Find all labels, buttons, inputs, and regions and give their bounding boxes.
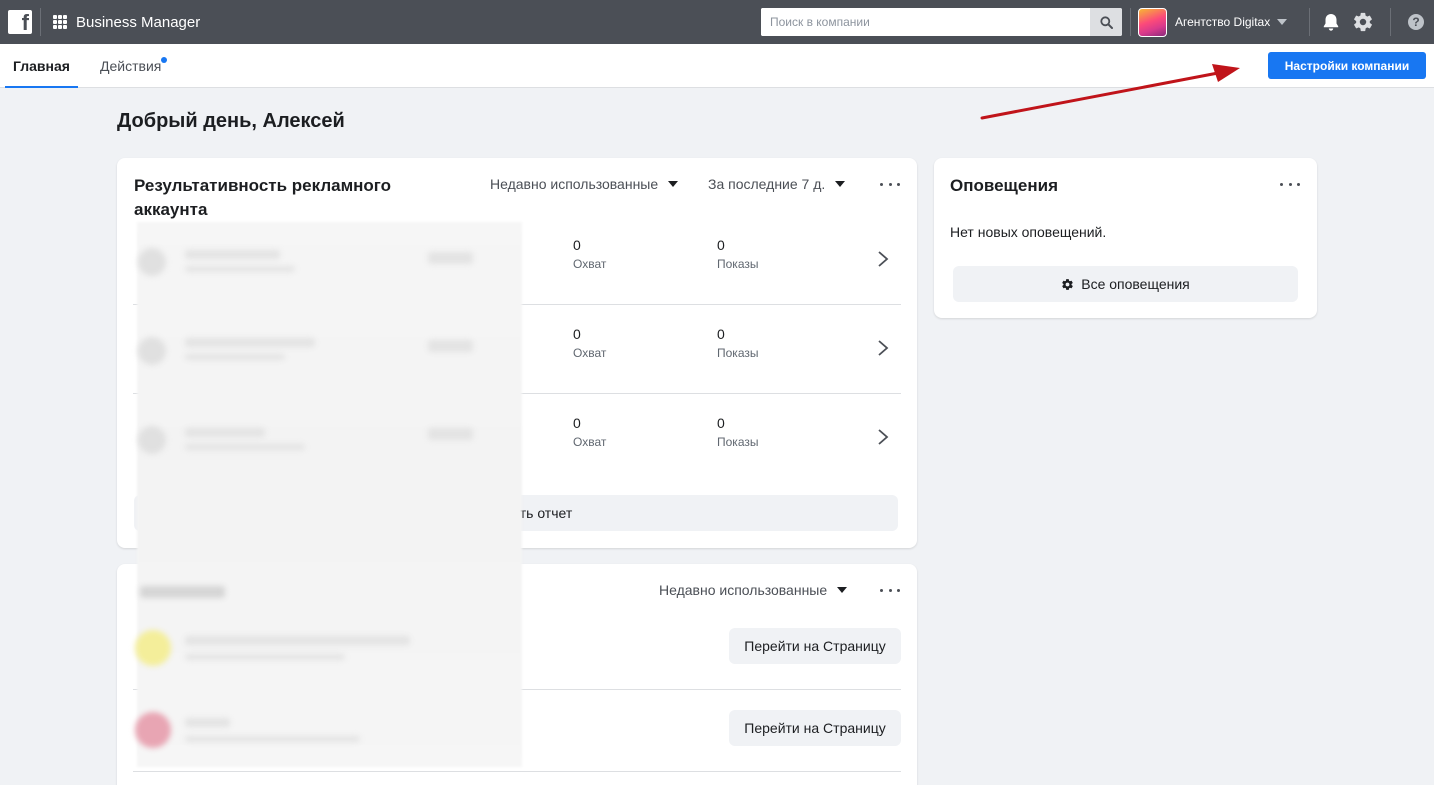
blurred-text <box>140 586 225 598</box>
search-input[interactable] <box>761 8 1090 36</box>
blurred-text <box>185 636 410 645</box>
impressions-value: 0 <box>717 326 725 342</box>
impressions-stat: 0 Показы <box>717 415 758 450</box>
card-title: Оповещения <box>950 176 1058 195</box>
impressions-stat: 0 Показы <box>717 237 758 272</box>
app-title[interactable]: Business Manager <box>76 14 200 31</box>
blurred-text <box>185 266 295 272</box>
reach-stat: 0 Охват <box>573 237 606 272</box>
blurred-text <box>185 338 315 347</box>
period-filter-dropdown[interactable]: За последние 7 д. <box>708 176 846 192</box>
blurred-text <box>185 718 230 727</box>
chevron-down-icon <box>1277 19 1288 25</box>
notification-dot <box>161 57 168 63</box>
impressions-label: Показы <box>717 346 759 360</box>
reach-value: 0 <box>573 326 581 342</box>
caret-down-icon <box>668 181 679 187</box>
divider <box>1390 8 1391 36</box>
empty-notifications-text: Нет новых оповещений. <box>950 224 1107 240</box>
reach-stat: 0 Охват <box>573 326 606 361</box>
blurred-text <box>428 340 473 352</box>
bell-icon[interactable] <box>1320 11 1342 33</box>
blurred-avatar <box>138 426 166 454</box>
blurred-avatar <box>135 712 171 748</box>
reach-label: Охват <box>573 257 607 271</box>
business-account-switcher[interactable]: Агентство Digitax <box>1138 7 1288 37</box>
reach-label: Охват <box>573 435 607 449</box>
reach-stat: 0 Охват <box>573 415 606 450</box>
greeting-heading: Добрый день, Алексей <box>117 110 345 132</box>
all-notifications-button[interactable]: Все оповещения <box>953 266 1298 302</box>
svg-text:?: ? <box>1412 15 1419 29</box>
search-box <box>761 8 1122 36</box>
notifications-card: Оповещения Нет новых оповещений. Все опо… <box>934 158 1317 318</box>
blurred-text <box>428 252 473 264</box>
impressions-value: 0 <box>717 415 725 431</box>
blurred-text <box>185 354 285 360</box>
business-avatar <box>1138 7 1167 37</box>
divider <box>40 8 41 36</box>
blurred-text <box>185 654 345 660</box>
apps-grid-icon[interactable] <box>53 15 67 29</box>
facebook-logo-icon[interactable]: f <box>8 10 32 35</box>
impressions-label: Показы <box>717 257 759 271</box>
card-title: Результативность рекламного аккаунта <box>134 176 392 219</box>
impressions-label: Показы <box>717 435 759 449</box>
dropdown-label: Недавно использованные <box>490 176 659 192</box>
more-options-icon[interactable] <box>880 176 900 192</box>
business-name: Агентство Digitax <box>1175 15 1271 29</box>
chevron-right-icon[interactable] <box>877 250 889 268</box>
tab-activity-label: Действия <box>100 58 162 74</box>
blurred-text <box>185 428 265 437</box>
dropdown-label: За последние 7 д. <box>708 176 826 192</box>
reach-label: Охват <box>573 346 607 360</box>
business-settings-button[interactable]: Настройки компании <box>1268 52 1426 79</box>
button-label: Все оповещения <box>1081 276 1190 292</box>
search-icon <box>1099 15 1113 29</box>
divider <box>1309 8 1310 36</box>
blurred-text <box>428 428 473 440</box>
more-options-icon[interactable] <box>880 582 900 598</box>
tab-home[interactable]: Главная <box>5 44 78 88</box>
top-bar: f Business Manager Агентство Digitax ? <box>0 0 1434 44</box>
go-to-page-button[interactable]: Перейти на Страницу <box>729 628 901 664</box>
chevron-right-icon[interactable] <box>877 428 889 446</box>
recent-filter-dropdown[interactable]: Недавно использованные <box>490 176 679 192</box>
caret-down-icon <box>837 587 848 593</box>
impressions-value: 0 <box>717 237 725 253</box>
go-to-page-button[interactable]: Перейти на Страницу <box>729 710 901 746</box>
more-options-icon[interactable] <box>1280 176 1300 192</box>
blurred-text <box>185 444 305 450</box>
caret-down-icon <box>835 181 846 187</box>
impressions-stat: 0 Показы <box>717 326 758 361</box>
blurred-avatar <box>138 337 166 365</box>
divider <box>1130 8 1131 36</box>
blurred-avatar <box>135 630 171 666</box>
blurred-text <box>185 736 360 742</box>
sub-navigation: Главная Действия <box>0 44 1434 88</box>
gear-icon[interactable] <box>1352 11 1374 33</box>
blurred-privacy-region <box>137 222 522 767</box>
gear-icon <box>1062 278 1074 290</box>
blurred-text <box>185 250 280 259</box>
reach-value: 0 <box>573 237 581 253</box>
dropdown-label: Недавно использованные <box>659 582 828 598</box>
recent-filter-dropdown[interactable]: Недавно использованные <box>659 582 848 598</box>
blurred-avatar <box>138 248 166 276</box>
help-icon[interactable]: ? <box>1405 11 1427 33</box>
chevron-right-icon[interactable] <box>877 339 889 357</box>
button-label: ть отчет <box>519 505 573 521</box>
reach-value: 0 <box>573 415 581 431</box>
tab-activity[interactable]: Действия <box>100 44 168 88</box>
search-button[interactable] <box>1090 8 1122 36</box>
